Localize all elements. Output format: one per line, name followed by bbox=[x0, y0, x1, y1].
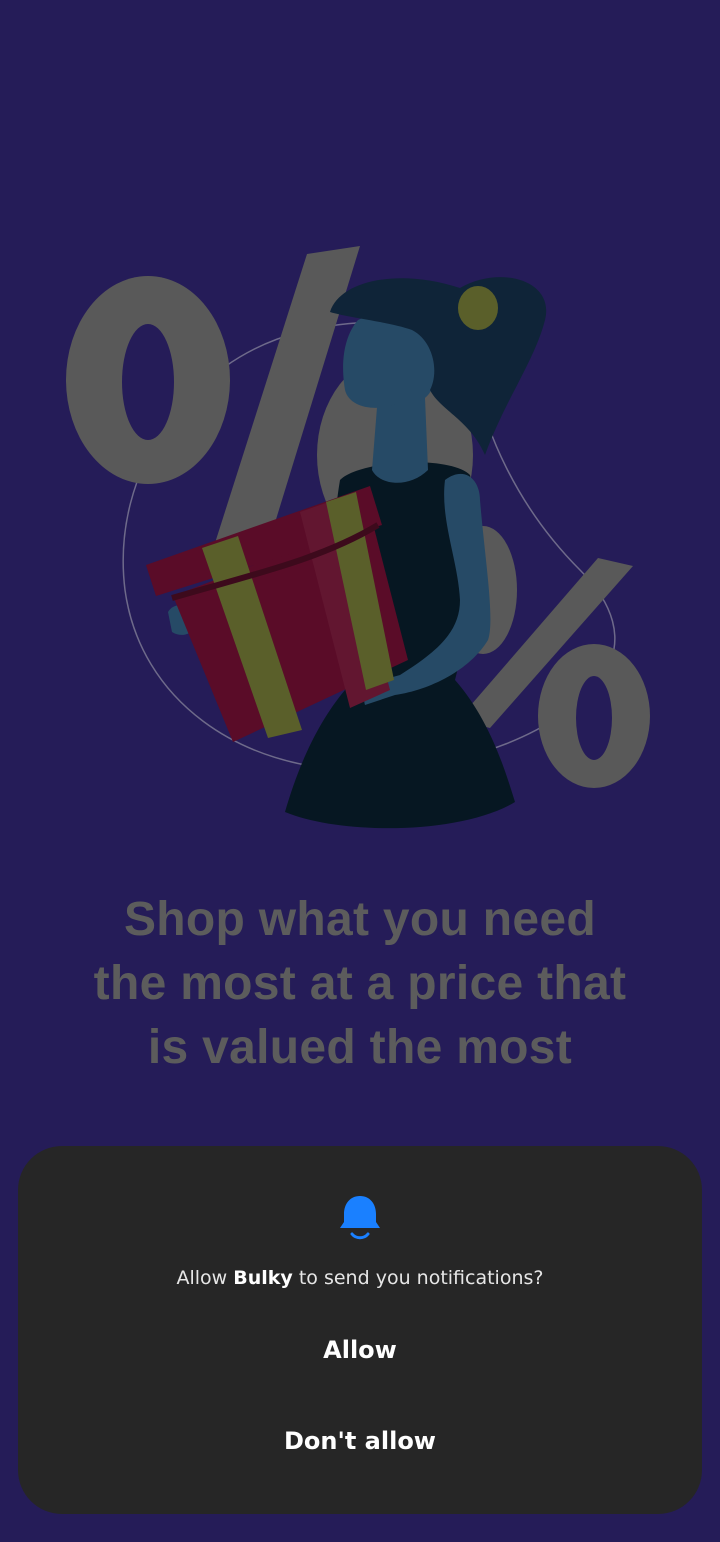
woman-hair-bun bbox=[458, 286, 498, 330]
prompt-prefix: Allow bbox=[176, 1267, 234, 1289]
allow-button[interactable]: Allow bbox=[58, 1315, 662, 1385]
permission-prompt: Allow Bulky to send you notifications? bbox=[18, 1265, 702, 1291]
app-name: Bulky bbox=[233, 1267, 293, 1289]
percent-top-hole bbox=[122, 324, 174, 440]
onboarding-illustration bbox=[66, 246, 650, 829]
small-percent-hole bbox=[576, 676, 612, 760]
onboarding-screen: Shop what you need the most at a price t… bbox=[0, 0, 720, 1542]
notification-permission-dialog: Allow Bulky to send you notifications? A… bbox=[18, 1146, 702, 1514]
bell-icon bbox=[340, 1196, 380, 1240]
woman-neck bbox=[372, 395, 428, 483]
dont-allow-button[interactable]: Don't allow bbox=[58, 1406, 662, 1476]
prompt-suffix: to send you notifications? bbox=[292, 1267, 544, 1289]
onboarding-headline: Shop what you need the most at a price t… bbox=[93, 893, 627, 1074]
